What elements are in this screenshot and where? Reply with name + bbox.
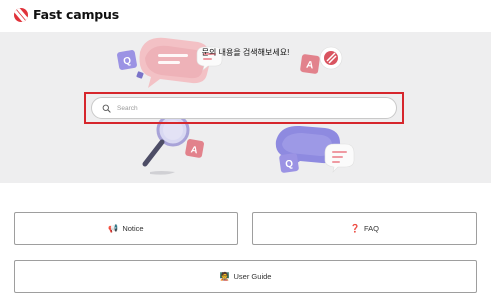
search-headline: 문의 내용을 검색해보세요! [201,48,290,57]
notice-link[interactable]: 📢 Notice [14,212,238,245]
search-bar[interactable] [91,97,397,119]
top-bar: Fast campus [0,0,491,32]
faq-link[interactable]: ❓ FAQ [252,212,477,245]
brand-logo[interactable]: Fast campus [14,7,119,22]
search-icon [98,100,114,116]
faq-label: FAQ [363,224,379,233]
user-guide-label: User Guide [233,272,272,281]
brand-name: Fast campus [33,7,119,22]
speech-bubble-small-illustration [324,143,355,173]
question-mark-icon: ❓ [350,223,360,233]
user-guide-link[interactable]: 🧑‍🏫 User Guide [14,260,477,293]
answer-tile-illustration: A [185,139,204,158]
megaphone-icon: 📢 [108,223,119,233]
search-input[interactable] [114,99,384,117]
teacher-icon: 🧑‍🏫 [219,271,230,281]
notice-label: Notice [122,224,144,233]
question-tile-illustration: Q [279,153,299,173]
fastcampus-logo-icon [14,7,28,22]
svg-text:A: A [305,60,314,72]
